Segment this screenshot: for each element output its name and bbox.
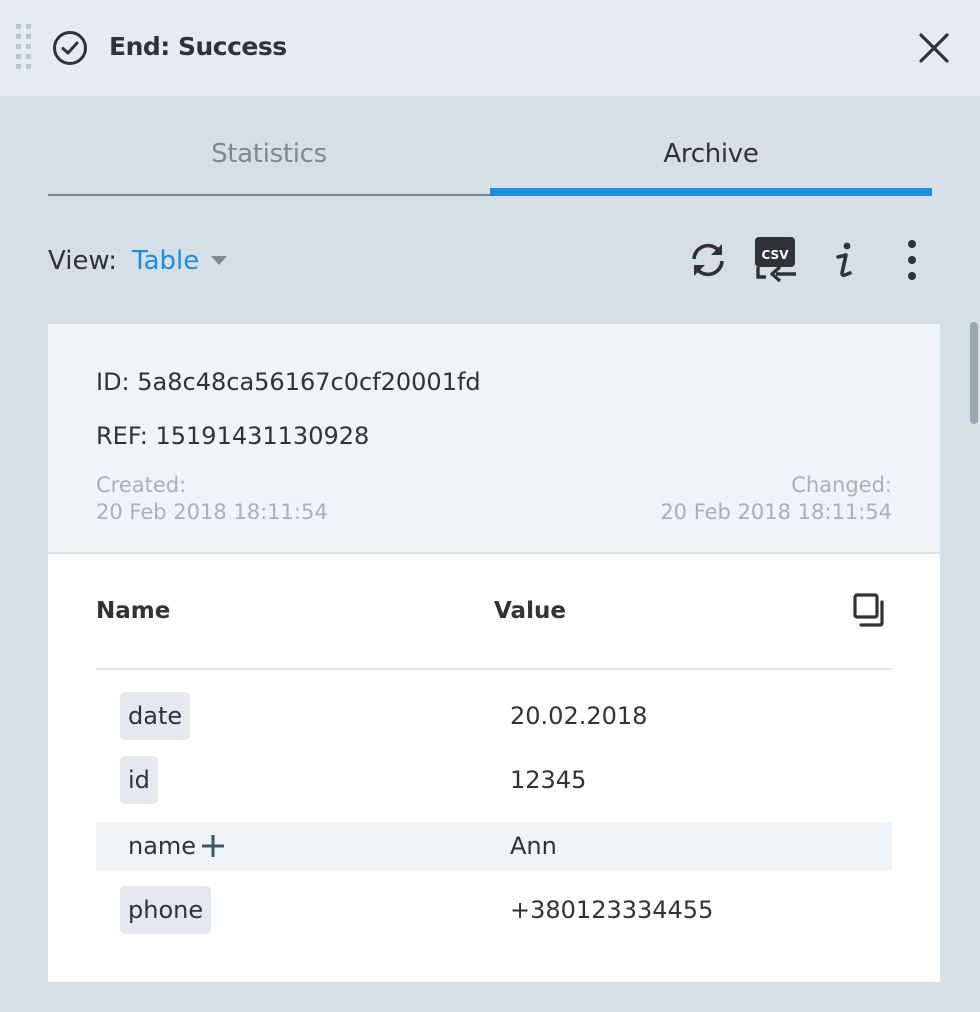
tab-statistics[interactable]: Statistics (48, 126, 490, 196)
header-divider (96, 668, 892, 670)
column-header-name: Name (96, 598, 171, 624)
field-value: 20.02.2018 (510, 702, 648, 730)
created-timestamp: 20 Feb 2018 18:11:54 (96, 500, 328, 524)
table-row: date 20.02.2018 (96, 692, 892, 740)
view-label: View: (48, 246, 118, 276)
created-label: Created: (96, 473, 187, 497)
tab-archive[interactable]: Archive (490, 126, 932, 196)
changed-timestamp: 20 Feb 2018 18:11:54 (660, 500, 892, 524)
table-row: id 12345 (96, 756, 892, 804)
scrollbar-thumb[interactable] (970, 322, 978, 424)
copy-icon[interactable] (848, 590, 888, 630)
table-row[interactable]: name Ann (96, 822, 892, 870)
drag-handle-icon[interactable] (16, 24, 34, 70)
table-row: phone +380123334455 (96, 886, 892, 934)
field-value: Ann (510, 832, 557, 860)
more-vertical-icon[interactable] (898, 238, 926, 282)
record-id: ID: 5a8c48ca56167c0cf20001fd (96, 368, 481, 396)
close-icon[interactable] (912, 26, 956, 70)
panel-title: End: Success (109, 32, 287, 61)
refresh-icon[interactable] (686, 238, 730, 282)
plus-icon[interactable] (200, 833, 226, 859)
csv-export-icon[interactable]: CSV (752, 234, 800, 286)
record-ref: REF: 15191431130928 (96, 422, 370, 450)
field-value: +380123334455 (510, 896, 714, 924)
field-name-tag[interactable]: name (120, 822, 204, 870)
panel-header: End: Success (0, 0, 980, 96)
chevron-down-icon[interactable] (211, 256, 227, 265)
info-icon[interactable] (830, 240, 860, 280)
tab-bar: Statistics Archive (48, 126, 932, 196)
record-meta: ID: 5a8c48ca56167c0cf20001fd REF: 151914… (48, 324, 940, 554)
column-header-value: Value (494, 598, 566, 624)
check-circle-icon (53, 31, 87, 65)
changed-label: Changed: (791, 473, 892, 497)
field-name-tag[interactable]: phone (120, 886, 212, 934)
view-select[interactable]: Table (132, 244, 199, 278)
field-value: 12345 (510, 766, 587, 794)
csv-badge-text: CSV (762, 248, 790, 262)
field-name-tag[interactable]: date (120, 692, 191, 740)
record-card: ID: 5a8c48ca56167c0cf20001fd REF: 151914… (48, 324, 940, 982)
field-name-tag[interactable]: id (120, 756, 158, 804)
